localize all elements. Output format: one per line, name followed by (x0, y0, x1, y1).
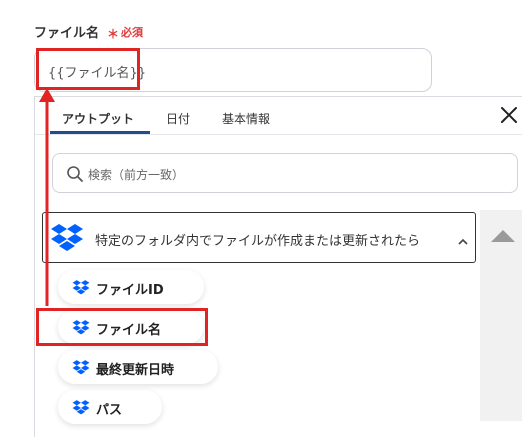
trigger-group-label: 特定のフォルダ内でファイルが作成または更新されたら (95, 234, 421, 249)
dropbox-icon (50, 222, 84, 254)
close-icon[interactable] (498, 104, 520, 126)
output-picker-panel (34, 96, 522, 437)
field-label: ファイル名 (34, 26, 100, 41)
tab-date[interactable]: 日付 (166, 110, 190, 127)
list-item-label: パス (96, 403, 123, 418)
annotation-highlight-input (36, 48, 140, 90)
required-badge: 必須 (121, 26, 143, 39)
scroll-up-arrow-icon[interactable] (490, 228, 516, 244)
search-placeholder: 検索（前方一致） (88, 168, 185, 182)
dropbox-icon (72, 399, 90, 415)
tabs-divider (35, 134, 522, 135)
annotation-highlight-item (36, 308, 208, 346)
chevron-up-icon[interactable] (457, 232, 469, 245)
required-star: ＊ (107, 27, 120, 41)
search-icon (66, 165, 84, 183)
list-item-label: 最終更新日時 (96, 363, 175, 378)
tab-basic-info[interactable]: 基本情報 (222, 110, 270, 127)
list-item-label: ファイルID (96, 283, 164, 298)
tab-output[interactable]: アウトプット (62, 110, 134, 127)
dropbox-icon (72, 359, 90, 375)
dropbox-icon (72, 279, 90, 295)
active-tab-indicator (50, 131, 150, 134)
